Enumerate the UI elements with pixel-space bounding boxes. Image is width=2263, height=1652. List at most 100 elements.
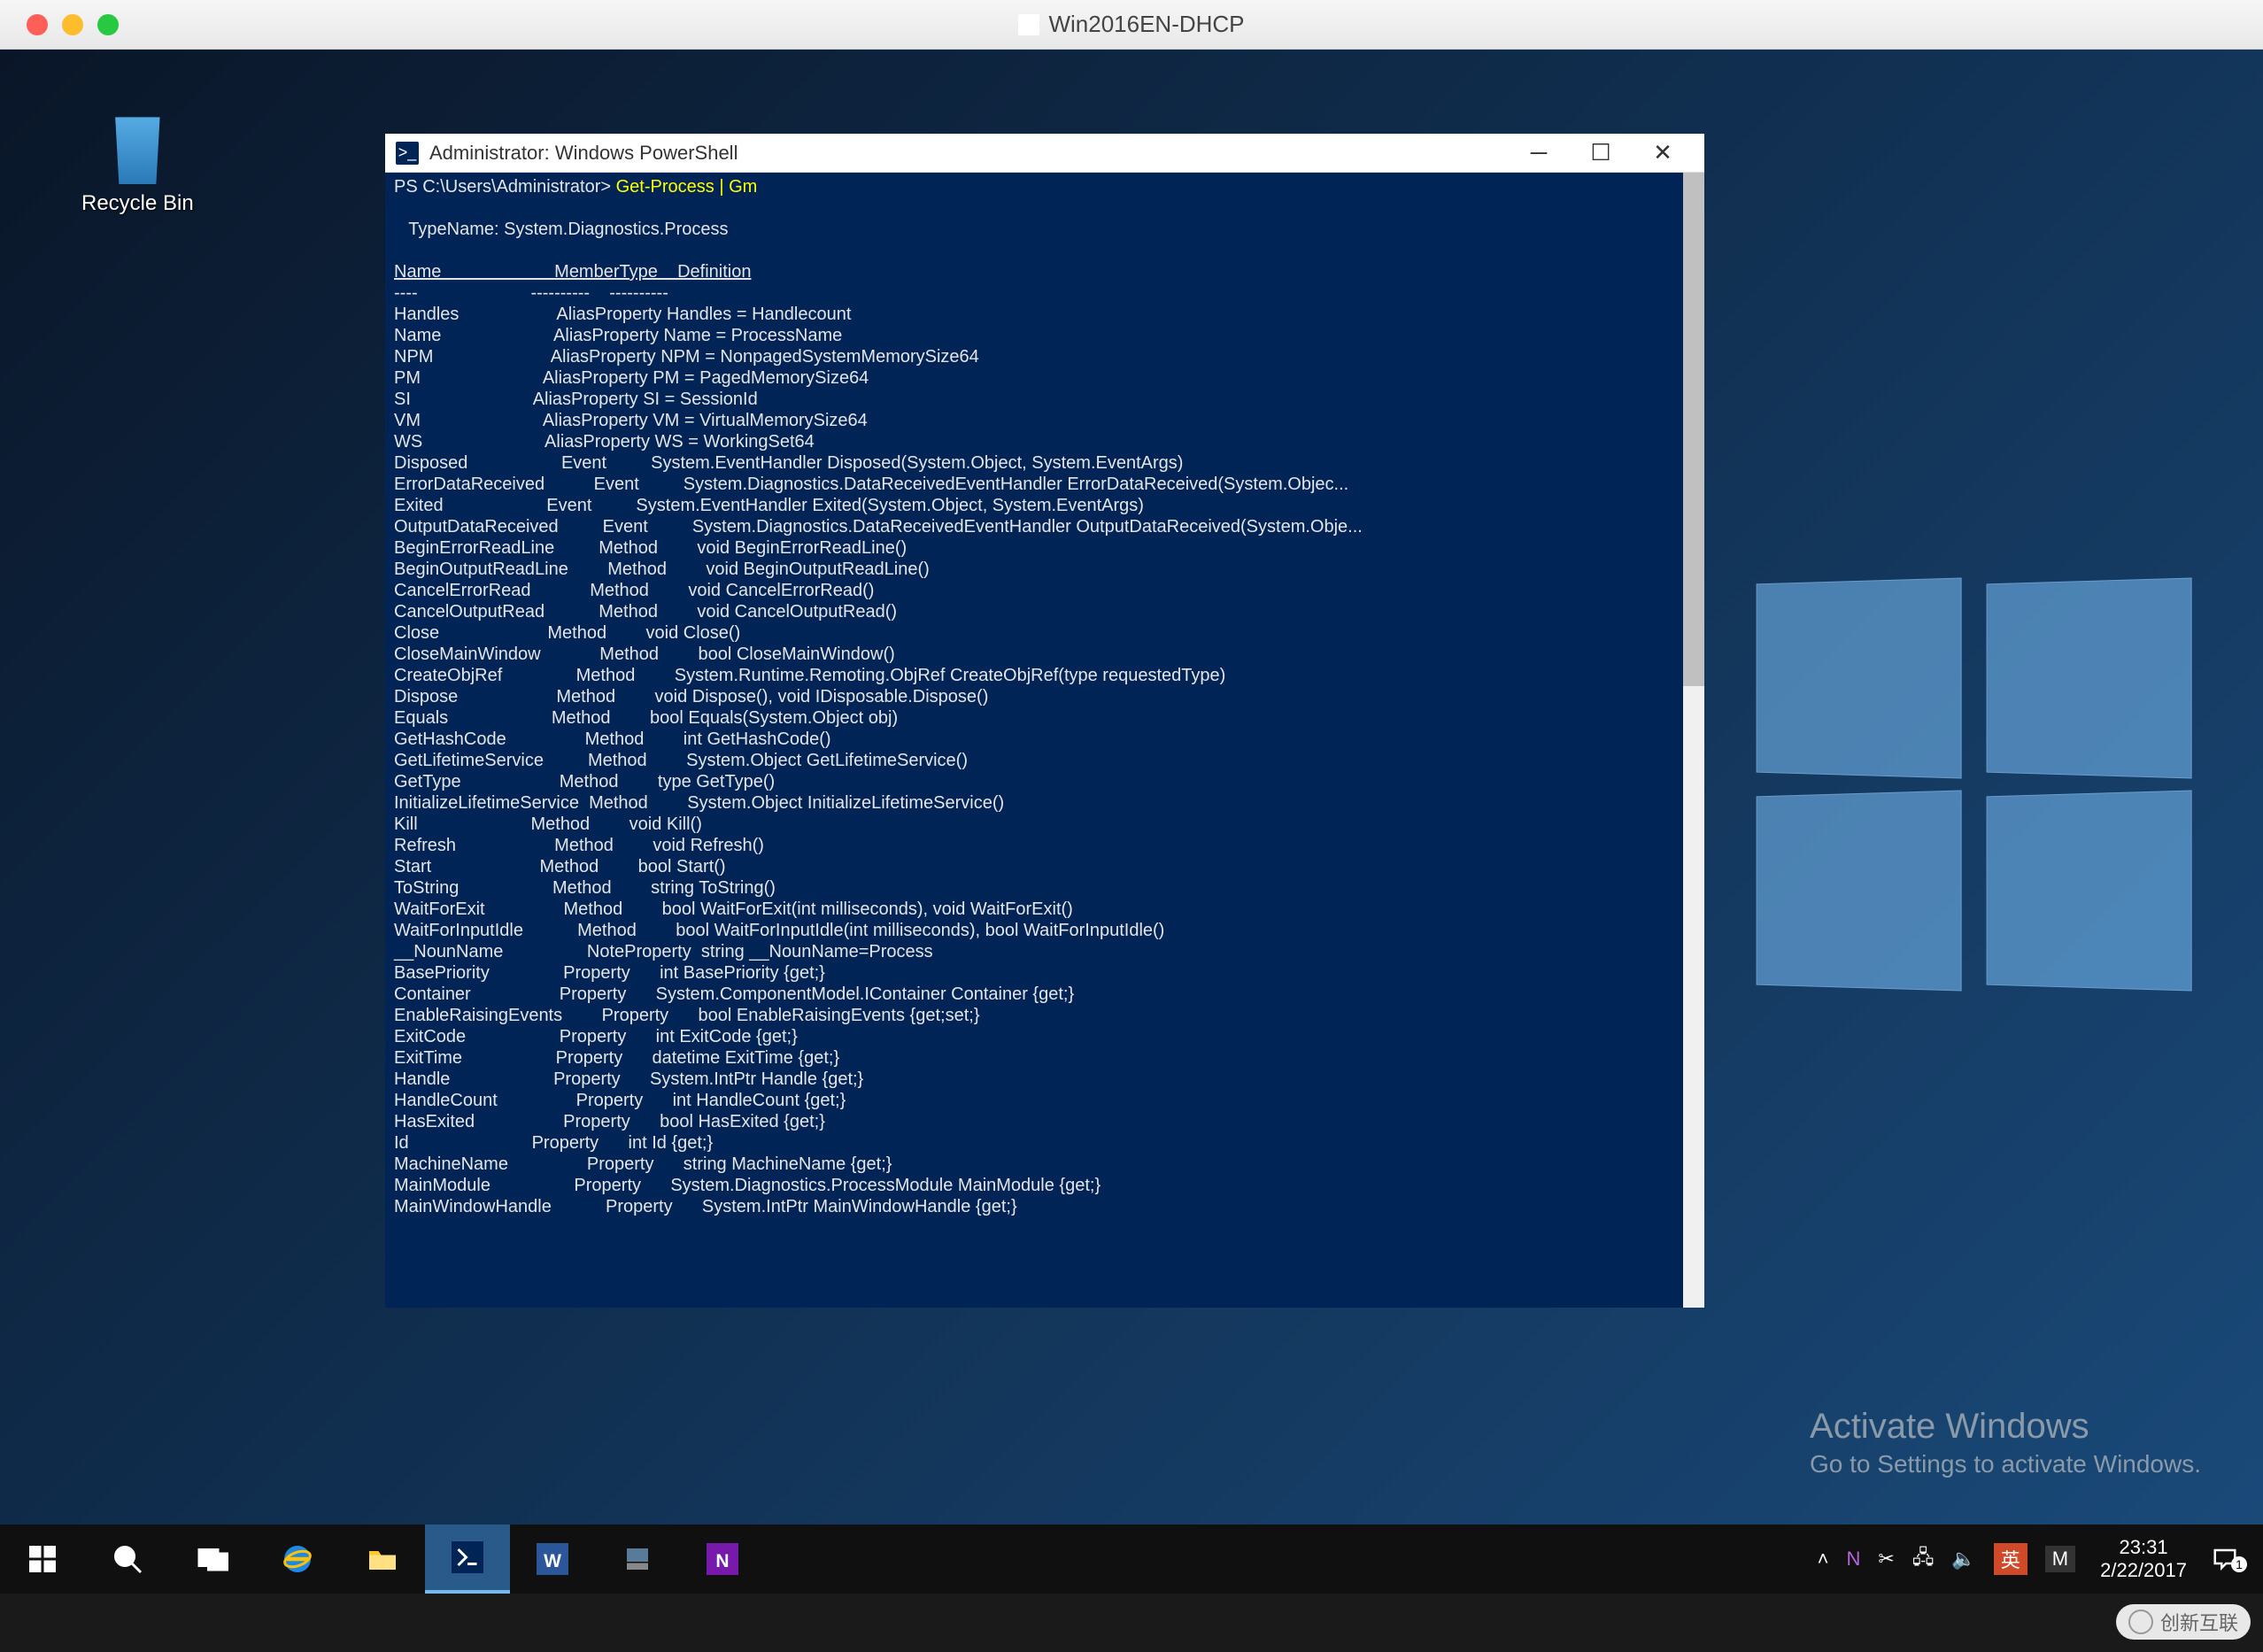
output-row: WaitForExit Method bool WaitForExit(int … [394, 899, 1695, 920]
output-row: Disposed Event System.EventHandler Dispo… [394, 452, 1695, 474]
taskbar-word[interactable]: W [510, 1525, 595, 1594]
taskbar-explorer[interactable] [340, 1525, 425, 1594]
powershell-taskbar-icon [452, 1541, 483, 1573]
tray-volume-icon[interactable]: 🔈 [1942, 1525, 1984, 1594]
tray-time: 23:31 [2100, 1536, 2187, 1559]
output-row: Refresh Method void Refresh() [394, 835, 1695, 856]
output-row: NPM AliasProperty NPM = NonpagedSystemMe… [394, 346, 1695, 367]
taskbar[interactable]: W N ˄ N ✂ 🖧 🔈 英 M 23:31 2/22/2017 1 [0, 1525, 2263, 1594]
output-row: ErrorDataReceived Event System.Diagnosti… [394, 474, 1695, 495]
output-row: SI AliasProperty SI = SessionId [394, 389, 1695, 410]
output-row: Kill Method void Kill() [394, 814, 1695, 835]
tray-chevron[interactable]: ˄ [1809, 1525, 1838, 1594]
output-row: PM AliasProperty PM = PagedMemorySize64 [394, 367, 1695, 389]
output-row: ExitTime Property datetime ExitTime {get… [394, 1047, 1695, 1069]
tray-ime-lang[interactable]: 英 [1985, 1525, 2036, 1594]
taskbar-powershell[interactable] [425, 1525, 510, 1594]
recycle-bin-shortcut[interactable]: Recycle Bin [81, 110, 194, 216]
svg-text:W: W [544, 1551, 561, 1571]
word-icon: W [537, 1543, 568, 1575]
output-row: HandleCount Property int HandleCount {ge… [394, 1090, 1695, 1111]
server-manager-icon [622, 1543, 653, 1575]
tray-clock[interactable]: 23:31 2/22/2017 [2084, 1536, 2203, 1582]
output-row: Id Property int Id {get;} [394, 1132, 1695, 1154]
output-row: Exited Event System.EventHandler Exited(… [394, 495, 1695, 516]
output-row: MainWindowHandle Property System.IntPtr … [394, 1196, 1695, 1217]
host-window-title: Win2016EN-DHCP [1018, 11, 1244, 38]
page-watermark: 创新互联 [2116, 1604, 2251, 1640]
scrollbar-thumb[interactable] [1683, 173, 1704, 686]
output-row: Container Property System.ComponentModel… [394, 984, 1695, 1005]
output-row: CancelOutputRead Method void CancelOutpu… [394, 601, 1695, 622]
minimize-button[interactable]: ─ [1508, 134, 1570, 172]
maximize-button[interactable]: ☐ [1570, 134, 1632, 172]
output-row: WS AliasProperty WS = WorkingSet64 [394, 431, 1695, 452]
output-row: CloseMainWindow Method bool CloseMainWin… [394, 644, 1695, 665]
output-row: Equals Method bool Equals(System.Object … [394, 707, 1695, 729]
onenote-icon: N [707, 1543, 738, 1575]
powershell-window[interactable]: >_ Administrator: Windows PowerShell ─ ☐… [385, 134, 1704, 1308]
powershell-terminal[interactable]: PS C:\Users\Administrator> Get-Process |… [385, 173, 1704, 1308]
task-view-icon [197, 1543, 228, 1575]
guest-desktop[interactable]: Recycle Bin >_ Administrator: Windows Po… [0, 50, 2263, 1594]
notification-badge: 1 [2231, 1556, 2247, 1572]
powershell-icon: >_ [396, 142, 419, 165]
output-row: BasePriority Property int BasePriority {… [394, 962, 1695, 984]
prompt-line: PS C:\Users\Administrator> Get-Process |… [394, 176, 1695, 197]
output-row: MachineName Property string MachineName … [394, 1154, 1695, 1175]
start-button[interactable] [0, 1525, 85, 1594]
output-row: EnableRaisingEvents Property bool Enable… [394, 1005, 1695, 1026]
task-view-button[interactable] [170, 1525, 255, 1594]
close-button[interactable]: ✕ [1632, 134, 1694, 172]
tray-ime-kb[interactable]: M [2036, 1525, 2084, 1594]
command-text: Get-Process | Gm [616, 177, 758, 197]
output-row: GetType Method type GetType() [394, 771, 1695, 792]
output-row: __NounName NoteProperty string __NounNam… [394, 941, 1695, 962]
output-row: CancelErrorRead Method void CancelErrorR… [394, 580, 1695, 601]
output-row: ExitCode Property int ExitCode {get;} [394, 1026, 1695, 1047]
output-row: BeginErrorReadLine Method void BeginErro… [394, 537, 1695, 559]
search-button[interactable] [85, 1525, 170, 1594]
svg-text:N: N [715, 1551, 729, 1571]
taskbar-server-manager[interactable] [595, 1525, 680, 1594]
output-row: Start Method bool Start() [394, 856, 1695, 877]
scrollbar[interactable] [1683, 173, 1704, 1308]
host-titlebar: Win2016EN-DHCP [0, 0, 2263, 50]
output-row: GetLifetimeService Method System.Object … [394, 750, 1695, 771]
taskbar-onenote[interactable]: N [680, 1525, 765, 1594]
output-row: Close Method void Close() [394, 622, 1695, 644]
host-minimize-button[interactable] [62, 14, 83, 35]
search-icon [112, 1543, 143, 1575]
activate-windows-watermark: Activate Windows Go to Settings to activ… [1810, 1407, 2201, 1478]
output-row: WaitForInputIdle Method bool WaitForInpu… [394, 920, 1695, 941]
output-row: HasExited Property bool HasExited {get;} [394, 1111, 1695, 1132]
activate-subtitle: Go to Settings to activate Windows. [1810, 1450, 2201, 1478]
output-row: Handle Property System.IntPtr Handle {ge… [394, 1069, 1695, 1090]
output-header: Name MemberType Definition [394, 261, 1695, 282]
host-close-button[interactable] [27, 14, 48, 35]
output-row: CreateObjRef Method System.Runtime.Remot… [394, 665, 1695, 686]
taskbar-ie[interactable] [255, 1525, 340, 1594]
windows-start-icon [27, 1543, 58, 1575]
output-row: BeginOutputReadLine Method void BeginOut… [394, 559, 1695, 580]
host-title-text: Win2016EN-DHCP [1048, 11, 1244, 38]
recycle-bin-label: Recycle Bin [81, 191, 194, 216]
activate-title: Activate Windows [1810, 1407, 2201, 1447]
output-row: GetHashCode Method int GetHashCode() [394, 729, 1695, 750]
powershell-title: Administrator: Windows PowerShell [429, 142, 1508, 165]
tray-network-icon[interactable]: 🖧 [1904, 1525, 1943, 1594]
ie-icon [282, 1543, 313, 1575]
tray-date: 2/22/2017 [2100, 1559, 2187, 1582]
powershell-titlebar[interactable]: >_ Administrator: Windows PowerShell ─ ☐… [385, 134, 1704, 173]
output-row: ToString Method string ToString() [394, 877, 1695, 899]
tray-snip-icon[interactable]: ✂ [1869, 1525, 1903, 1594]
output-row: VM AliasProperty VM = VirtualMemorySize6… [394, 410, 1695, 431]
tray-onenote-icon[interactable]: N [1838, 1525, 1870, 1594]
vm-icon [1018, 14, 1039, 35]
output-row: InitializeLifetimeService Method System.… [394, 792, 1695, 814]
output-row: Handles AliasProperty Handles = Handleco… [394, 304, 1695, 325]
action-center-button[interactable]: 1 [2203, 1525, 2263, 1594]
output-row: OutputDataReceived Event System.Diagnost… [394, 516, 1695, 537]
host-maximize-button[interactable] [97, 14, 119, 35]
output-header-underline: ---- ---------- ---------- [394, 282, 1695, 304]
